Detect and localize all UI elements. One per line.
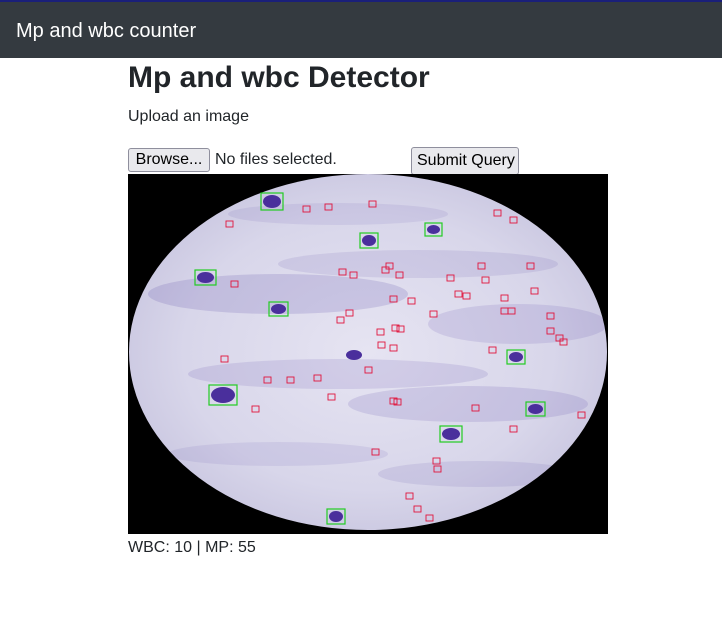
navbar-brand[interactable]: Mp and wbc counter	[16, 19, 196, 43]
wbc-cell	[509, 352, 523, 362]
wbc-cell	[271, 304, 286, 314]
microscope-slide-image	[128, 174, 608, 534]
submit-query-button[interactable]: Submit Query	[411, 147, 519, 175]
wbc-cell	[362, 235, 376, 246]
wbc-cell	[427, 225, 440, 234]
navbar: Mp and wbc counter	[0, 0, 722, 58]
stain-streak	[278, 250, 558, 278]
wbc-cell	[528, 404, 543, 414]
upload-form: Browse... No files selected. Submit Quer…	[128, 147, 608, 175]
wbc-cell	[197, 272, 214, 283]
wbc-cell	[263, 195, 281, 208]
upload-label: Upload an image	[128, 108, 249, 125]
browse-button[interactable]: Browse...	[128, 148, 210, 172]
stained-cell	[346, 350, 362, 360]
file-status-text: No files selected.	[215, 151, 337, 168]
stain-streak	[348, 386, 588, 422]
wbc-cell	[211, 387, 235, 403]
result-image	[128, 174, 608, 534]
detection-counts: WBC: 10 | MP: 55	[128, 539, 256, 556]
stain-streak	[168, 442, 388, 466]
page-title: Mp and wbc Detector	[128, 61, 430, 94]
stain-streak	[428, 304, 607, 344]
wbc-cell	[329, 511, 343, 522]
wbc-cell	[442, 428, 460, 440]
